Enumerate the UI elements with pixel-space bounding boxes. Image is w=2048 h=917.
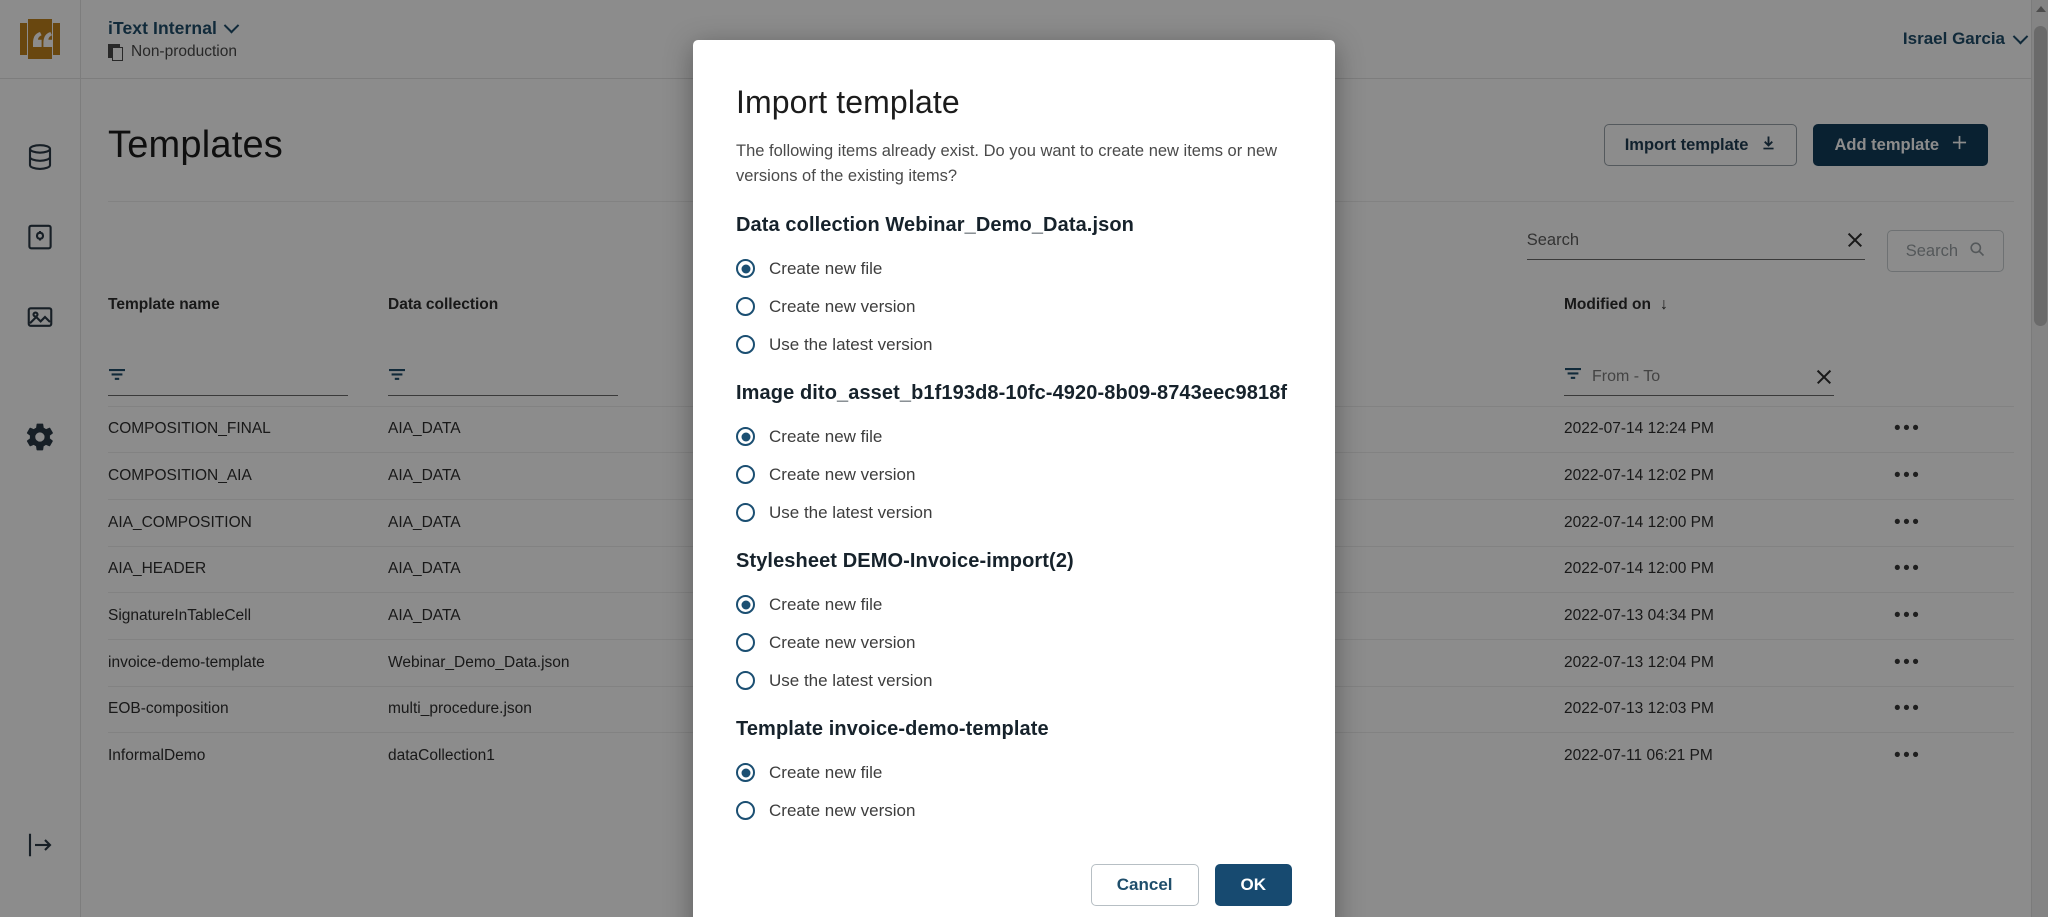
radio-button[interactable] xyxy=(736,595,755,614)
radio-button[interactable] xyxy=(736,503,755,522)
group-heading: Data collection Webinar_Demo_Data.json xyxy=(736,214,1292,237)
radio-button[interactable] xyxy=(736,297,755,316)
radio-option-create-new-file[interactable]: Create new file xyxy=(736,418,1292,456)
dialog-title: Import template xyxy=(736,84,1292,121)
radio-label: Create new version xyxy=(769,465,915,485)
radio-button[interactable] xyxy=(736,427,755,446)
radio-label: Create new version xyxy=(769,297,915,317)
radio-label: Create new file xyxy=(769,763,882,783)
conflict-group-template: Template invoice-demo-template Create ne… xyxy=(736,718,1292,830)
conflict-group-image: Image dito_asset_b1f193d8-10fc-4920-8b09… xyxy=(736,382,1292,532)
radio-button[interactable] xyxy=(736,763,755,782)
conflict-group-stylesheet: Stylesheet DEMO-Invoice-import(2) Create… xyxy=(736,550,1292,700)
radio-option-create-new-version[interactable]: Create new version xyxy=(736,792,1292,830)
radio-option-use-latest-version[interactable]: Use the latest version xyxy=(736,326,1292,364)
dialog-actions: Cancel OK xyxy=(736,864,1292,906)
radio-option-create-new-file[interactable]: Create new file xyxy=(736,250,1292,288)
cancel-button[interactable]: Cancel xyxy=(1091,864,1199,906)
ok-button[interactable]: OK xyxy=(1215,864,1293,906)
radio-option-use-latest-version[interactable]: Use the latest version xyxy=(736,662,1292,700)
radio-option-create-new-file[interactable]: Create new file xyxy=(736,754,1292,792)
radio-button[interactable] xyxy=(736,335,755,354)
group-heading: Image dito_asset_b1f193d8-10fc-4920-8b09… xyxy=(736,382,1292,405)
import-template-dialog: Import template The following items alre… xyxy=(693,40,1335,917)
radio-label: Use the latest version xyxy=(769,335,932,355)
radio-button[interactable] xyxy=(736,633,755,652)
dialog-description: The following items already exist. Do yo… xyxy=(736,139,1292,189)
radio-label: Create new file xyxy=(769,595,882,615)
radio-button[interactable] xyxy=(736,671,755,690)
radio-option-create-new-version[interactable]: Create new version xyxy=(736,456,1292,494)
radio-label: Use the latest version xyxy=(769,671,932,691)
radio-button[interactable] xyxy=(736,465,755,484)
radio-button[interactable] xyxy=(736,259,755,278)
radio-option-create-new-version[interactable]: Create new version xyxy=(736,624,1292,662)
conflict-group-data-collection: Data collection Webinar_Demo_Data.json C… xyxy=(736,214,1292,364)
radio-label: Create new version xyxy=(769,801,915,821)
radio-label: Use the latest version xyxy=(769,503,932,523)
radio-option-create-new-file[interactable]: Create new file xyxy=(736,586,1292,624)
radio-button[interactable] xyxy=(736,801,755,820)
radio-option-use-latest-version[interactable]: Use the latest version xyxy=(736,494,1292,532)
group-heading: Template invoice-demo-template xyxy=(736,718,1292,741)
group-heading: Stylesheet DEMO-Invoice-import(2) xyxy=(736,550,1292,573)
radio-option-create-new-version[interactable]: Create new version xyxy=(736,288,1292,326)
app-root: iText Internal Non-production Israel Gar… xyxy=(0,0,2048,917)
radio-label: Create new version xyxy=(769,633,915,653)
radio-label: Create new file xyxy=(769,427,882,447)
radio-label: Create new file xyxy=(769,259,882,279)
